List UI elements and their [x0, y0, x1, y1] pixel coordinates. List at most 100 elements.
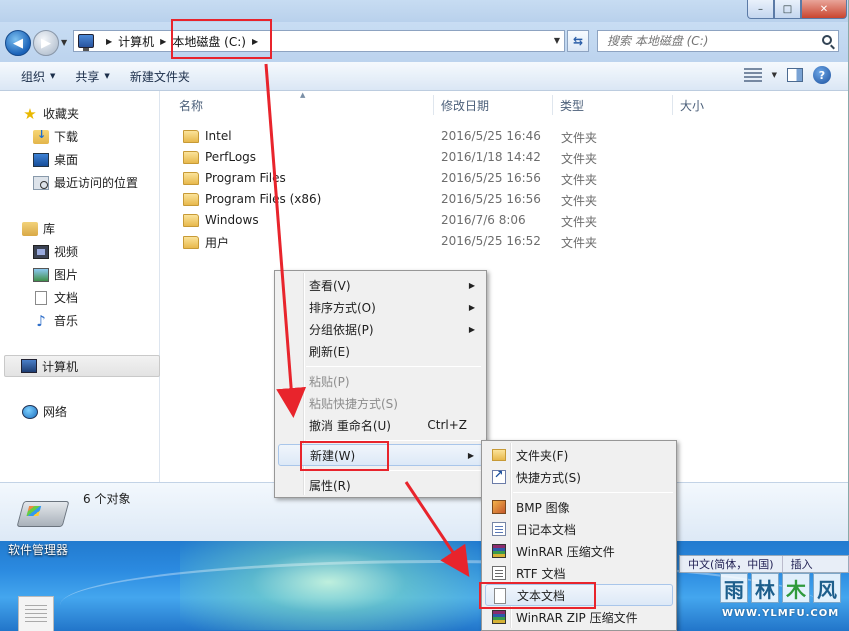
nav-label: 桌面	[54, 153, 79, 167]
nav-pictures[interactable]: 图片	[33, 266, 78, 283]
file-row[interactable]: Intel 2016/5/25 16:46 文件夹	[161, 126, 848, 147]
breadcrumb-computer[interactable]: 计算机	[118, 33, 154, 50]
submenu-item-journal[interactable]: 日记本文档	[485, 518, 673, 540]
menu-item-label: 查看(V)	[309, 278, 351, 293]
submenu-item-winrar[interactable]: WinRAR 压缩文件	[485, 540, 673, 562]
organize-label: 组织	[21, 69, 46, 84]
file-name[interactable]: 用户	[183, 234, 229, 251]
search-box[interactable]	[597, 30, 839, 52]
close-button[interactable]: ✕	[801, 0, 847, 19]
column-header-type[interactable]: 类型	[560, 95, 584, 117]
title-bar[interactable]: – □ ✕	[0, 0, 848, 22]
breadcrumb-chevron-icon[interactable]: ▶	[252, 37, 258, 46]
watermark-url: WWW.YLMFU.COM	[722, 608, 840, 619]
menu-item-undo-rename[interactable]: 撤消 重命名(U) Ctrl+Z	[278, 414, 483, 436]
menu-item-label: 粘贴(P)	[309, 374, 350, 389]
desktop-icon-label[interactable]: 软件管理器	[8, 541, 68, 558]
share-label: 共享	[75, 69, 100, 84]
menu-item-properties[interactable]: 属性(R)	[278, 474, 483, 496]
organize-menu-button[interactable]: 组织 ▼	[0, 62, 65, 91]
chevron-down-icon[interactable]: ▼	[772, 71, 777, 79]
maximize-button[interactable]: □	[774, 0, 801, 19]
column-divider[interactable]	[672, 95, 673, 115]
address-history-dropdown[interactable]: ▼	[554, 36, 560, 45]
submenu-item-winrar-zip[interactable]: WinRAR ZIP 压缩文件	[485, 606, 673, 628]
forward-button[interactable]: ▶	[33, 30, 59, 56]
file-row[interactable]: Program Files 2016/5/25 16:56 文件夹	[161, 168, 848, 189]
menu-item-paste-shortcut[interactable]: 粘贴快捷方式(S)	[278, 392, 483, 414]
file-row[interactable]: 用户 2016/5/25 16:52 文件夹	[161, 231, 848, 252]
watermark-char: 木	[782, 573, 810, 603]
submenu-item-text-document[interactable]: 文本文档	[485, 584, 673, 606]
address-bar[interactable]: ▶ 计算机 ▶ 本地磁盘 (C:) ▶ ▼	[73, 30, 565, 52]
menu-item-refresh[interactable]: 刷新(E)	[278, 340, 483, 362]
menu-item-label: RTF 文档	[516, 566, 566, 581]
file-name[interactable]: Program Files (x86)	[183, 192, 321, 206]
submenu-item-folder[interactable]: 文件夹(F)	[485, 444, 673, 466]
file-name-label: PerfLogs	[205, 150, 257, 164]
file-row[interactable]: Windows 2016/7/6 8:06 文件夹	[161, 210, 848, 231]
file-name[interactable]: PerfLogs	[183, 150, 256, 164]
file-name[interactable]: Windows	[183, 213, 259, 227]
menu-item-label: 排序方式(O)	[309, 300, 376, 315]
share-menu-button[interactable]: 共享 ▼	[65, 62, 119, 91]
nav-downloads[interactable]: 下载	[33, 128, 78, 145]
submenu-item-bmp[interactable]: BMP 图像	[485, 496, 673, 518]
file-name-label: 用户	[205, 236, 230, 250]
breadcrumb-chevron-icon[interactable]: ▶	[160, 37, 166, 46]
nav-network[interactable]: 网络	[22, 403, 67, 420]
column-header-name[interactable]: 名称	[179, 95, 203, 117]
breadcrumb-local-disk[interactable]: 本地磁盘 (C:)	[172, 33, 246, 50]
file-row[interactable]: PerfLogs 2016/1/18 14:42 文件夹	[161, 147, 848, 168]
file-row[interactable]: Program Files (x86) 2016/5/25 16:56 文件夹	[161, 189, 848, 210]
video-icon	[33, 244, 49, 259]
ime-language[interactable]: 中文(简体，中国)	[680, 556, 783, 572]
breadcrumb-chevron-icon[interactable]: ▶	[106, 37, 112, 46]
nav-music[interactable]: ♪ 音乐	[33, 312, 78, 329]
submenu-item-rtf[interactable]: RTF 文档	[485, 562, 673, 584]
nav-favorites[interactable]: ★ 收藏夹	[22, 105, 79, 122]
nav-recent-places[interactable]: 最近访问的位置	[33, 174, 138, 191]
search-icon[interactable]	[822, 35, 832, 45]
column-header-modified[interactable]: 修改日期	[441, 95, 489, 117]
column-divider[interactable]	[433, 95, 434, 115]
file-name-label: Intel	[205, 129, 232, 143]
object-count: 6 个对象	[83, 492, 131, 506]
ime-insert-mode[interactable]: 插入	[783, 556, 821, 572]
file-name[interactable]: Program Files	[183, 171, 286, 185]
help-icon[interactable]: ?	[813, 66, 831, 84]
nav-label: 收藏夹	[43, 107, 80, 121]
menu-item-label: 属性(R)	[309, 478, 351, 493]
nav-computer[interactable]: 计算机	[4, 355, 160, 377]
preview-pane-icon[interactable]	[787, 68, 803, 82]
back-button[interactable]: ◀	[5, 30, 31, 56]
file-name[interactable]: Intel	[183, 129, 232, 143]
menu-item-paste[interactable]: 粘贴(P)	[278, 370, 483, 392]
nav-documents[interactable]: 文档	[33, 289, 78, 306]
menu-item-group[interactable]: 分组依据(P) ▶	[278, 318, 483, 340]
menu-item-new[interactable]: 新建(W) ▶	[278, 444, 483, 466]
menu-item-shortcut: Ctrl+Z	[427, 418, 467, 432]
menu-item-sort[interactable]: 排序方式(O) ▶	[278, 296, 483, 318]
menu-item-view[interactable]: 查看(V) ▶	[278, 274, 483, 296]
recent-pages-dropdown[interactable]: ▼	[61, 38, 67, 47]
view-options-icon[interactable]	[743, 68, 762, 82]
nav-libraries[interactable]: 库	[22, 220, 55, 237]
column-divider[interactable]	[552, 95, 553, 115]
nav-desktop[interactable]: 桌面	[33, 151, 78, 168]
text-document-icon	[494, 588, 506, 604]
menu-item-label: BMP 图像	[516, 500, 570, 515]
folder-icon	[492, 449, 506, 461]
minimize-button[interactable]: –	[747, 0, 774, 19]
computer-icon	[78, 34, 94, 51]
submenu-item-shortcut[interactable]: 快捷方式(S)	[485, 466, 673, 488]
refresh-button[interactable]: ⇆	[567, 30, 589, 52]
search-input[interactable]	[598, 34, 808, 48]
new-folder-button[interactable]: 新建文件夹	[120, 62, 200, 91]
nav-videos[interactable]: 视频	[33, 243, 78, 260]
watermark-char: 林	[751, 573, 779, 603]
desktop-text-file-icon[interactable]	[18, 596, 54, 631]
file-date: 2016/5/25 16:46	[441, 129, 541, 143]
column-header-size[interactable]: 大小	[680, 95, 704, 117]
menu-item-label: 文件夹(F)	[516, 448, 569, 463]
